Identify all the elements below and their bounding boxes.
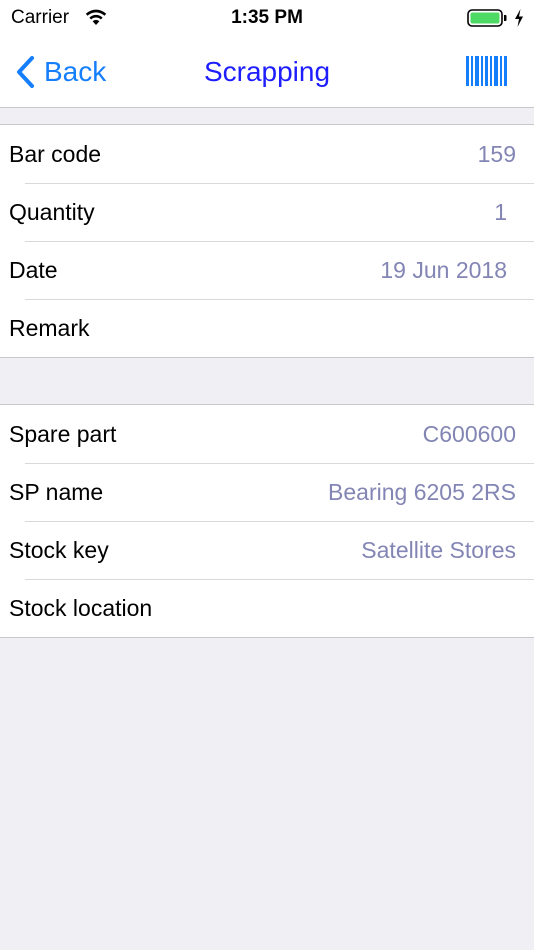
battery-icon: [467, 9, 507, 27]
chevron-left-icon: [17, 56, 34, 88]
stock-location-label: Stock location: [9, 595, 153, 621]
stock-location-row[interactable]: Stock location: [0, 579, 534, 637]
stock-key-value: Satellite Stores: [361, 537, 516, 563]
stock-key-label: Stock key: [9, 537, 109, 563]
quantity-row[interactable]: Quantity 1: [0, 183, 534, 241]
scrap-details-section: Bar code 159 Quantity 1 Date 19 Jun 2018…: [0, 124, 534, 358]
spare-part-value: C600600: [422, 421, 516, 447]
date-row[interactable]: Date 19 Jun 2018: [0, 241, 534, 299]
spare-part-section: Spare part C600600 SP name Bearing 6205 …: [0, 404, 534, 638]
back-label: Back: [44, 56, 107, 87]
remark-row[interactable]: Remark: [0, 299, 534, 357]
barcode-icon[interactable]: [466, 56, 508, 86]
navigation-bar: Back Scrapping: [0, 36, 534, 108]
sp-name-value: Bearing 6205 2RS: [328, 479, 516, 505]
stock-key-row[interactable]: Stock key Satellite Stores: [0, 521, 534, 579]
spare-part-row[interactable]: Spare part C600600: [0, 405, 534, 463]
bar-code-row[interactable]: Bar code 159: [0, 125, 534, 183]
status-time: 1:35 PM: [231, 7, 303, 28]
date-value: 19 Jun 2018: [380, 257, 507, 283]
back-button[interactable]: Back: [14, 54, 106, 90]
date-label: Date: [9, 257, 58, 283]
spare-part-label: Spare part: [9, 421, 117, 447]
quantity-value: 1: [494, 199, 507, 225]
charging-bolt-icon: [515, 9, 523, 27]
sp-name-label: SP name: [9, 479, 104, 505]
sp-name-row[interactable]: SP name Bearing 6205 2RS: [0, 463, 534, 521]
status-bar: Carrier 1:35 PM: [0, 0, 534, 36]
quantity-label: Quantity: [9, 199, 95, 225]
bar-code-label: Bar code: [9, 141, 102, 167]
bar-code-value: 159: [477, 141, 516, 167]
remark-label: Remark: [9, 315, 90, 341]
